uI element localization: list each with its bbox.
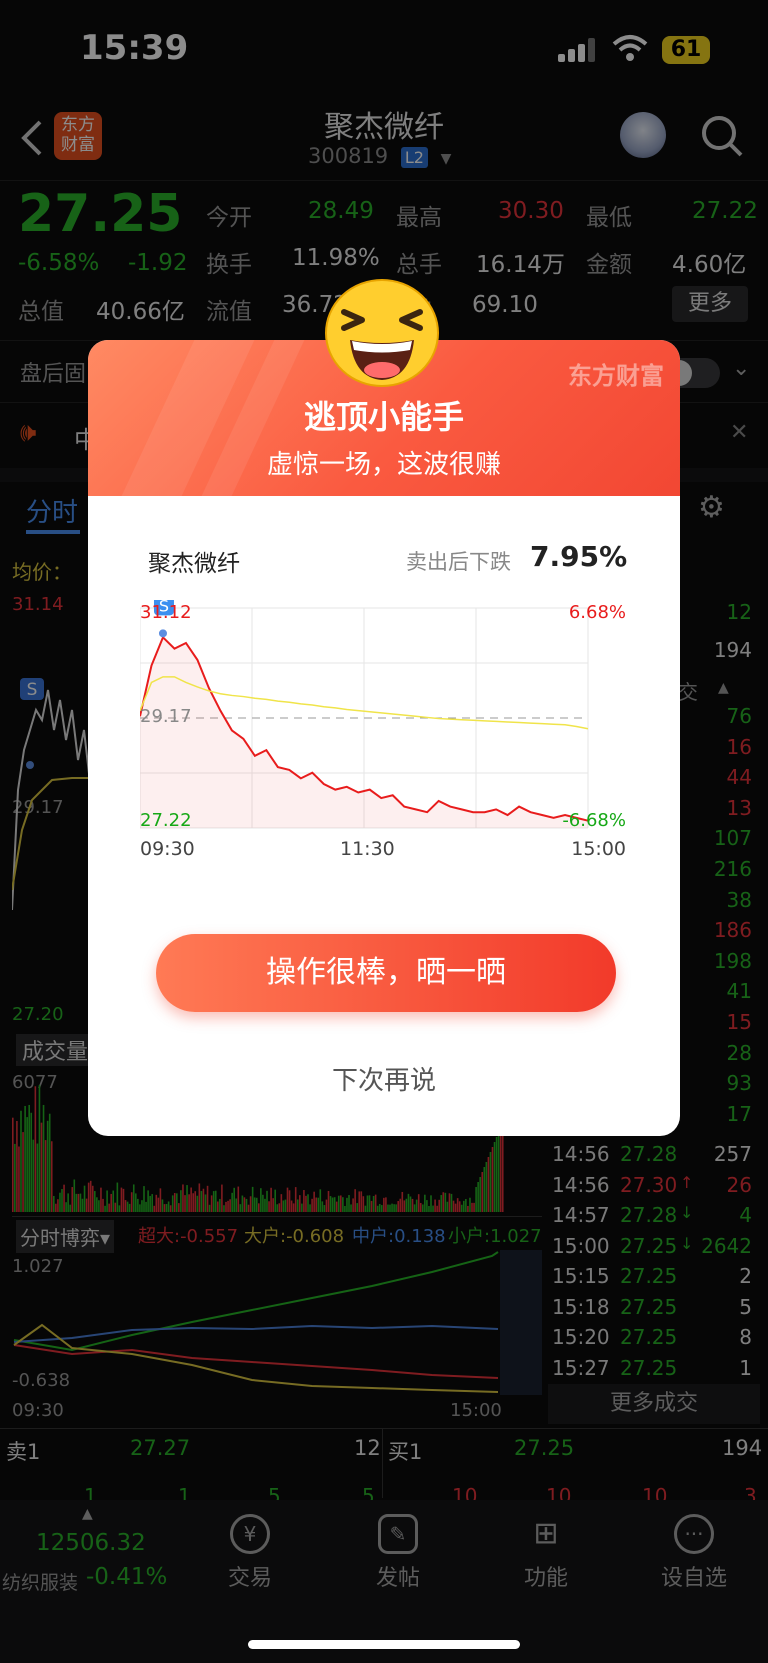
- chart-y-bottom-pct: -6.68%: [562, 810, 626, 831]
- modal-drop-pct: 7.95%: [530, 540, 628, 573]
- modal-subtitle: 虚惊一场，这波很赚: [266, 450, 501, 480]
- modal-title: 逃顶小能手: [303, 398, 464, 436]
- chart-x-mid: 11:30: [340, 838, 395, 860]
- laughing-emoji-icon: [325, 279, 439, 387]
- chart-y-mid: 29.17: [140, 706, 192, 727]
- chart-y-top-pct: 6.68%: [568, 602, 626, 623]
- share-button[interactable]: 操作很棒，晒一晒: [156, 934, 616, 1012]
- modal-stock-name: 聚杰微纤: [148, 551, 240, 577]
- home-indicator: [248, 1640, 520, 1649]
- sell-performance-chart: S: [140, 600, 589, 829]
- chart-y-bottom: 27.22: [140, 810, 192, 831]
- modal-dialog: 东方财富 逃顶小能手 虚惊一场，这波很赚 聚杰微纤 卖出后下跌 7.95% S …: [88, 340, 680, 1136]
- brand-watermark: 东方财富: [568, 362, 664, 390]
- chart-y-top: 31.12: [140, 602, 192, 623]
- modal-drop-label: 卖出后下跌: [406, 550, 511, 574]
- chart-x-end: 15:00: [571, 838, 626, 860]
- dismiss-button[interactable]: 下次再说: [88, 1060, 680, 1097]
- chart-x-start: 09:30: [140, 838, 195, 860]
- sell-point: [158, 629, 167, 638]
